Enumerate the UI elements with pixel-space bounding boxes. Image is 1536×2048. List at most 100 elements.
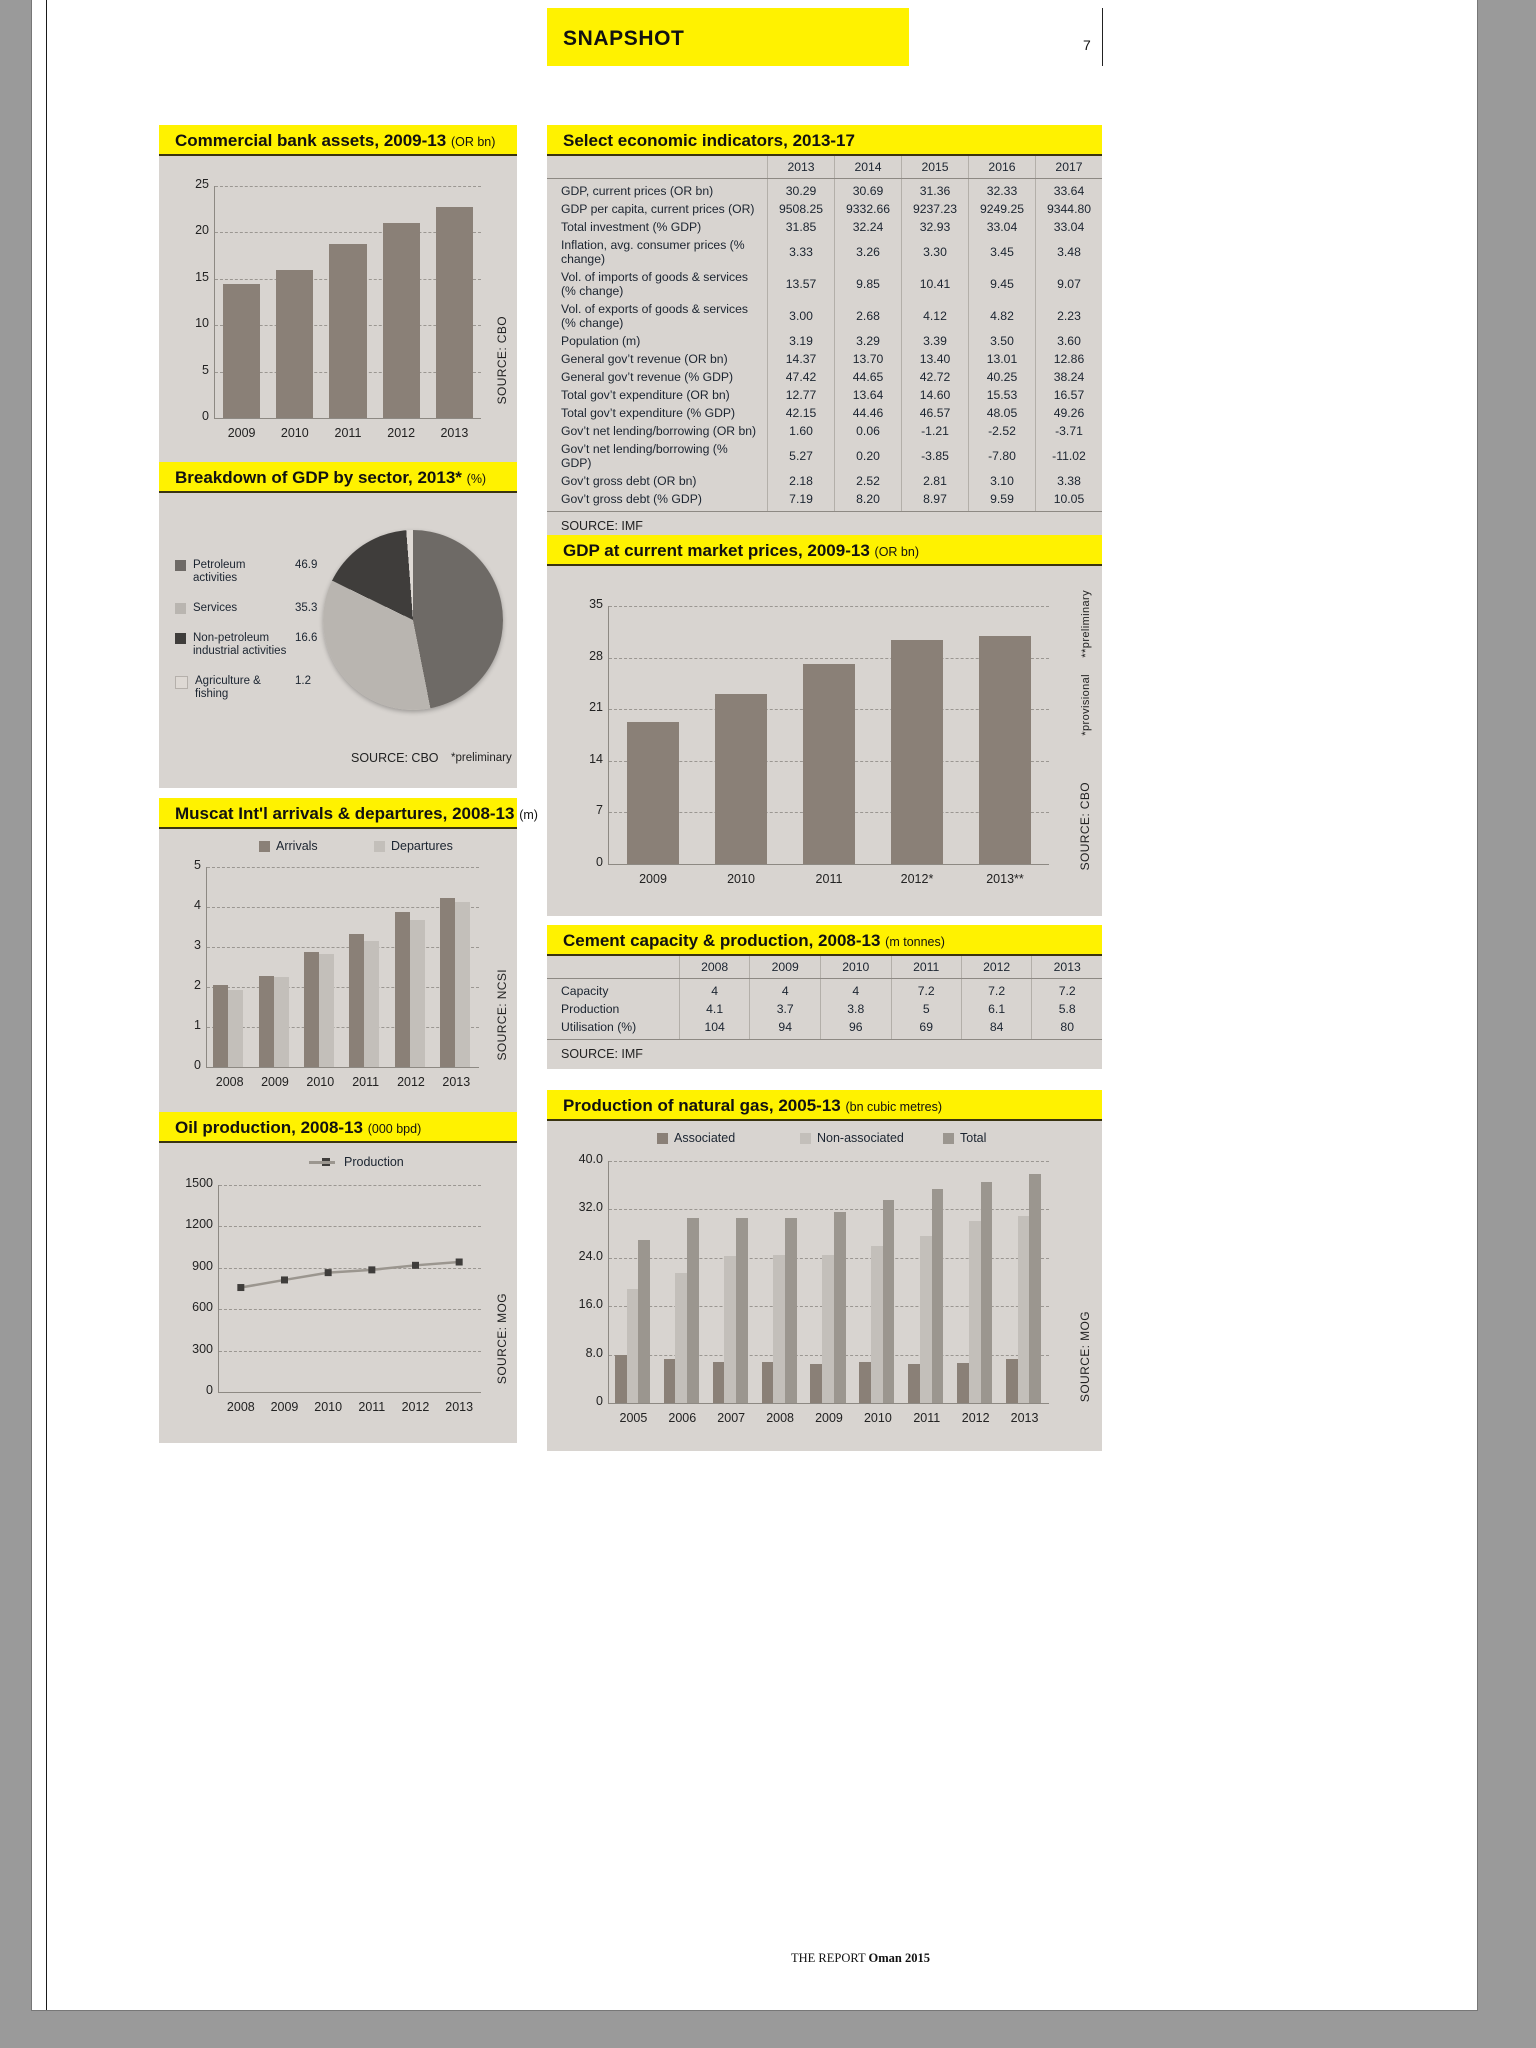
axis-tick-y: 1500: [185, 1176, 213, 1190]
axis-tick-x: 2007: [717, 1411, 746, 1425]
bar: [454, 902, 470, 1067]
bar: [968, 1220, 981, 1403]
axis-x: [218, 1392, 481, 1393]
column-header: 2015: [901, 156, 969, 179]
bar: [276, 269, 314, 418]
axis-tick-y: 4: [194, 898, 201, 912]
cell-value: 12.77: [767, 386, 835, 404]
cell-value: 3.33: [767, 236, 835, 268]
axis-y: [608, 1161, 609, 1403]
legend-item: Non-associated: [800, 1131, 904, 1145]
chart-title-bank-assets: Commercial bank assets, 2009-13 (OR bn): [159, 125, 517, 156]
column-header: [547, 956, 680, 979]
legend-label: Total: [960, 1131, 987, 1145]
row-label: Gov’t gross debt (OR bn): [561, 474, 697, 488]
chart-commercial-bank-assets: Commercial bank assets, 2009-13 (OR bn) …: [159, 125, 517, 466]
cell-value: 13.01: [968, 350, 1036, 368]
column-header: 2010: [819, 956, 892, 979]
source-label-gas: SOURCE: MOG: [1078, 1311, 1092, 1403]
cell-value: 84: [960, 1018, 1032, 1040]
cell-value: 8.97: [901, 490, 969, 512]
axis-x: [214, 418, 481, 419]
bar: [626, 722, 680, 864]
cell-value: 3.00: [767, 300, 835, 332]
cell-value: 104: [678, 1018, 750, 1040]
axis-tick-x: 2012: [401, 1400, 430, 1414]
table-cement-capacity-production: Cement capacity & production, 2008-13 (m…: [547, 925, 1102, 1069]
source-label-gdp-market: SOURCE: CBO: [1078, 782, 1092, 871]
cell-value: 7.2: [960, 978, 1032, 1000]
cell-value: 3.26: [834, 236, 902, 268]
chart-title-oil: Oil production, 2008-13 (000 bpd): [159, 1112, 517, 1143]
cell-value: 32.24: [834, 218, 902, 236]
axis-tick-y: 2: [194, 978, 201, 992]
column-header: 2013: [767, 156, 835, 179]
cell-value: 4.1: [678, 1000, 750, 1018]
cell-value: 38.24: [1034, 368, 1102, 386]
cell-value: 2.23: [1034, 300, 1102, 332]
cell-value: 42.15: [767, 404, 835, 422]
cell-value: 32.93: [901, 218, 969, 236]
axis-tick-x: 2010: [306, 1075, 335, 1089]
cell-value: 13.40: [901, 350, 969, 368]
row-label: Vol. of imports of goods & services (% c…: [561, 270, 748, 298]
cell-value: 30.69: [834, 178, 902, 200]
column-header: 2013: [1031, 956, 1102, 979]
cement-table: 2008 2009 2010 2011 2012 2013 Capacity 4 4 4 7.2 7.…: [547, 956, 1102, 1040]
table-header-row: 2008 2009 2010 2011 2012 2013: [547, 956, 1102, 979]
axis-tick-x: 2009: [261, 1075, 289, 1089]
table-row: Capacity 4 4 4 7.2 7.2 7.2: [547, 978, 1102, 1000]
cell-value: 3.10: [968, 472, 1036, 490]
bar: [435, 207, 473, 418]
axis-y: [206, 867, 207, 1067]
legend-label: Arrivals: [276, 839, 318, 853]
legend-label: Non-associated: [817, 1131, 904, 1145]
header-divider: [1102, 8, 1103, 66]
axis-tick-x: 2013: [442, 1075, 471, 1089]
bar: [957, 1363, 969, 1403]
bar: [638, 1240, 651, 1403]
bar: [318, 954, 334, 1067]
bar: [675, 1272, 688, 1403]
bar: [382, 223, 420, 418]
column-header: 2011: [890, 956, 962, 979]
bar: [663, 1358, 676, 1403]
cell-value: 9237.23: [901, 200, 969, 218]
cell-value: 7.2: [1031, 978, 1102, 1000]
bar: [273, 977, 289, 1067]
axis-tick-x: 2011: [815, 872, 843, 886]
cell-value: 30.29: [767, 178, 835, 200]
note-provisional: *provisional: [1080, 674, 1092, 736]
table-row: Vol. of imports of goods & services (% c…: [547, 268, 1102, 300]
cell-value: 8.20: [834, 490, 902, 512]
oil-line-series: [237, 1258, 463, 1292]
cell-value: 5.8: [1031, 1000, 1102, 1018]
cell-value: 7.2: [890, 978, 962, 1000]
page-title: SNAPSHOT: [563, 27, 685, 50]
row-label: General gov’t revenue (OR bn): [561, 352, 728, 366]
cell-value: -11.02: [1034, 440, 1102, 472]
legend-value: 35.3: [295, 602, 318, 614]
cell-value: 6.1: [960, 1000, 1032, 1018]
cell-value: 3.60: [1034, 332, 1102, 350]
plot-area-gas: 0 8.0 16.0 24.0 32.0 40.0 2005 2006 2007 2008 2009…: [579, 1152, 1049, 1425]
page-number: 7: [1083, 37, 1091, 53]
document-page: SNAPSHOT 7 Commercial bank assets, 2009-…: [32, 0, 1477, 2010]
bar: [222, 284, 261, 418]
legend-label: Petroleum activities: [193, 559, 246, 584]
row-label: General gov’t revenue (% GDP): [561, 370, 734, 384]
cell-value: 4.12: [901, 300, 969, 332]
bar: [980, 1182, 993, 1403]
axis-tick-x: 2012*: [900, 872, 934, 886]
legend-swatch: [374, 840, 385, 852]
bar: [882, 1199, 895, 1403]
row-label: Population (m): [561, 334, 641, 348]
axis-tick-x: 2013: [1010, 1411, 1039, 1425]
axis-tick-y: 20: [195, 223, 209, 238]
row-label: GDP, current prices (OR bn): [561, 184, 714, 198]
legend-line: [309, 1160, 335, 1164]
row-label: Production: [561, 1002, 620, 1016]
axis-tick-x: 2008: [766, 1411, 794, 1425]
bar: [614, 1354, 627, 1403]
cell-value: -3.71: [1034, 422, 1102, 440]
